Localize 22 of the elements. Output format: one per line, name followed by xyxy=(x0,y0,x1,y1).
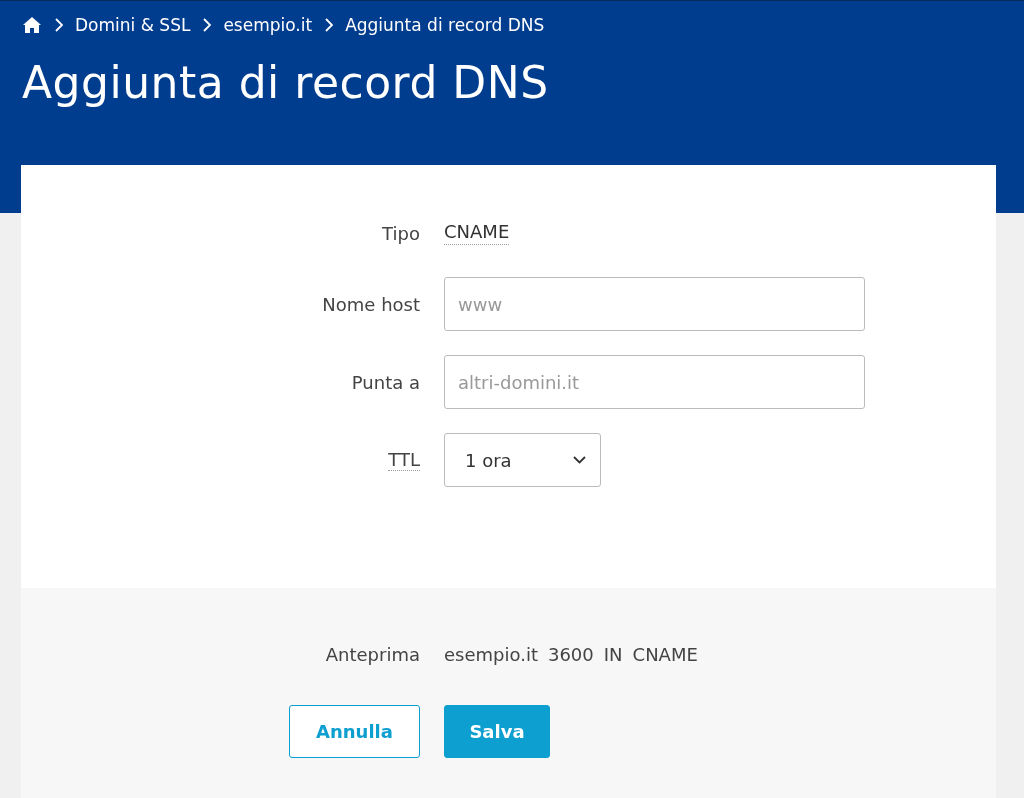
preview-value: esempio.it xyxy=(444,644,538,665)
breadcrumb-link[interactable]: Aggiunta di record DNS xyxy=(345,15,545,35)
chevron-icon xyxy=(202,18,212,32)
page-title: Aggiunta di record DNS xyxy=(22,57,550,108)
input-field[interactable]: www xyxy=(444,277,865,331)
field-value: CNAME xyxy=(444,221,510,245)
input-field[interactable]: altri-domini.it xyxy=(444,355,865,409)
field-label: Tipo xyxy=(382,222,420,244)
field-label: TTL xyxy=(388,449,420,471)
dropdown[interactable]: 1 ora xyxy=(444,433,601,487)
preview-value: 3600 xyxy=(547,644,594,665)
field-label: Nome host xyxy=(322,293,420,315)
field-label: Punta a xyxy=(351,371,420,393)
breadcrumb-link[interactable]: esempio.it xyxy=(223,15,313,35)
preview-value: IN xyxy=(603,644,623,665)
chevron-icon xyxy=(324,18,334,32)
preview-label: Anteprima xyxy=(325,644,420,665)
chevron-icon xyxy=(54,18,63,32)
breadcrumb-link[interactable]: Domini & SSL xyxy=(75,15,191,35)
chevron-down-icon xyxy=(573,456,586,464)
home-icon[interactable] xyxy=(22,16,42,34)
preview-value: CNAME xyxy=(632,644,698,665)
